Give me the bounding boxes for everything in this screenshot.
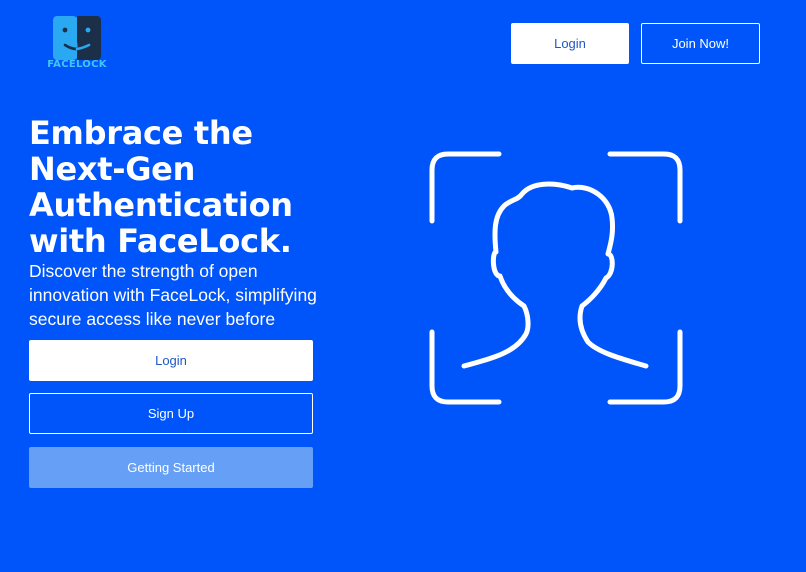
- hero-subtitle-line: Discover the strength of open: [29, 261, 258, 281]
- hero-subtitle-line: innovation with FaceLock, simplifying: [29, 285, 317, 305]
- brand-logo[interactable]: FACELOCK: [44, 16, 110, 72]
- hero-subtitle: Discover the strength of open innovation…: [29, 259, 379, 331]
- hero-title-line: with FaceLock.: [29, 222, 292, 260]
- login-button[interactable]: Login: [29, 340, 313, 381]
- face-split-icon: [53, 16, 101, 60]
- face-scan-icon: [429, 151, 683, 405]
- hero-subtitle-line: secure access like never before: [29, 309, 276, 329]
- hero-title-line: Embrace the: [29, 114, 253, 152]
- hero-title-line: Next-Gen: [29, 150, 196, 188]
- signup-button[interactable]: Sign Up: [29, 393, 313, 434]
- hero-title-line: Authentication: [29, 186, 293, 224]
- header-login-button[interactable]: Login: [511, 23, 629, 64]
- hero-title: Embrace the Next-Gen Authentication with…: [29, 115, 369, 259]
- brand-name: FACELOCK: [47, 59, 107, 70]
- getting-started-button[interactable]: Getting Started: [29, 447, 313, 488]
- landing-page: FACELOCK Login Join Now! Embrace the Nex…: [0, 0, 806, 572]
- join-now-button[interactable]: Join Now!: [641, 23, 760, 64]
